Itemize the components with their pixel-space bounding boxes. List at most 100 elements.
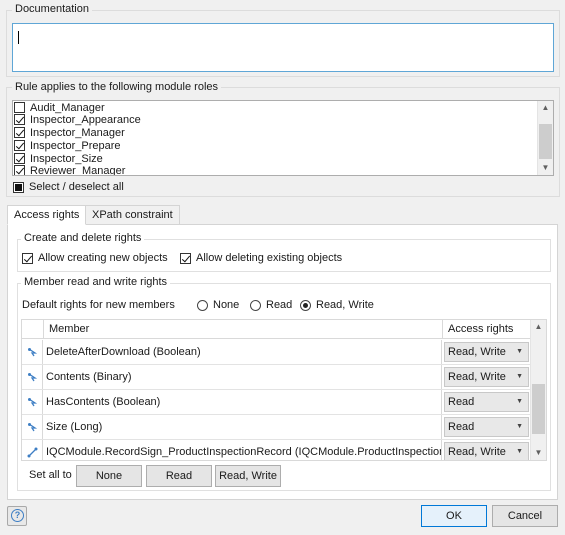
attribute-icon bbox=[22, 365, 43, 389]
role-item-reviewer-manager[interactable]: Reviewer_Manager bbox=[14, 164, 126, 176]
select-all-toggle[interactable]: Select / deselect all bbox=[13, 181, 124, 193]
cancel-button[interactable]: Cancel bbox=[492, 505, 558, 527]
role-checkbox[interactable] bbox=[14, 140, 25, 151]
set-all-read-write-button[interactable]: Read, Write bbox=[215, 465, 281, 487]
role-label: Audit_Manager bbox=[30, 101, 105, 114]
radio-none-label: None bbox=[213, 299, 240, 311]
scroll-up-arrow-icon[interactable]: ▲ bbox=[531, 320, 546, 334]
access-value: Read bbox=[448, 421, 475, 433]
access-cell: Read, Write ▼ bbox=[443, 340, 532, 364]
radio-none[interactable] bbox=[197, 299, 208, 311]
radio-read-write-label: Read, Write bbox=[316, 299, 374, 311]
create-delete-title: Create and delete rights bbox=[21, 232, 145, 244]
role-checkbox[interactable] bbox=[14, 165, 25, 175]
role-checkbox[interactable] bbox=[14, 153, 25, 164]
access-value: Read bbox=[448, 396, 475, 408]
radio-read-label: Read bbox=[266, 299, 293, 311]
scroll-up-arrow-icon[interactable]: ▲ bbox=[538, 101, 553, 115]
ok-button[interactable]: OK bbox=[421, 505, 487, 527]
access-value: Read, Write bbox=[448, 371, 506, 383]
roles-scrollbar[interactable]: ▲ ▼ bbox=[537, 101, 553, 175]
allow-delete-label: Allow deleting existing objects bbox=[196, 252, 343, 264]
documentation-textarea[interactable] bbox=[12, 23, 554, 72]
role-item-inspector-prepare[interactable]: Inspector_Prepare bbox=[14, 139, 121, 152]
member-name: HasContents (Boolean) bbox=[44, 390, 442, 414]
table-row[interactable]: HasContents (Boolean) Read ▼ bbox=[22, 390, 532, 415]
documentation-label: Documentation bbox=[12, 3, 92, 15]
access-cell: Read ▼ bbox=[443, 390, 532, 414]
grid-header-access[interactable]: Access rights bbox=[443, 320, 532, 339]
role-label: Inspector_Size bbox=[30, 152, 103, 165]
access-cell: Read ▼ bbox=[443, 415, 532, 439]
default-rights-label: Default rights for new members bbox=[22, 299, 175, 311]
scroll-thumb[interactable] bbox=[532, 384, 545, 434]
association-icon bbox=[22, 440, 43, 460]
access-dropdown[interactable]: Read, Write ▼ bbox=[444, 442, 529, 460]
grid-header-member[interactable]: Member bbox=[44, 320, 443, 339]
role-checkbox[interactable] bbox=[14, 114, 25, 125]
chevron-down-icon: ▼ bbox=[516, 398, 523, 405]
tab-access-rights-label: Access rights bbox=[14, 209, 80, 221]
tab-access-rights[interactable]: Access rights bbox=[7, 205, 87, 225]
allow-create-label: Allow creating new objects bbox=[38, 252, 168, 264]
member-rights-title: Member read and write rights bbox=[21, 276, 171, 288]
access-dropdown[interactable]: Read ▼ bbox=[444, 392, 529, 412]
attribute-icon bbox=[22, 415, 43, 439]
radio-option-read[interactable]: Read bbox=[250, 299, 292, 311]
text-caret bbox=[18, 31, 19, 44]
scroll-down-arrow-icon[interactable]: ▼ bbox=[538, 161, 553, 175]
member-name: Contents (Binary) bbox=[44, 365, 442, 389]
select-all-checkbox[interactable] bbox=[13, 181, 24, 193]
access-dropdown[interactable]: Read ▼ bbox=[444, 417, 529, 437]
table-row[interactable]: IQCModule.RecordSign_ProductInspectionRe… bbox=[22, 440, 532, 460]
member-name: DeleteAfterDownload (Boolean) bbox=[44, 340, 442, 364]
radio-read[interactable] bbox=[250, 299, 261, 311]
member-name: IQCModule.RecordSign_ProductInspectionRe… bbox=[44, 440, 442, 460]
attribute-icon bbox=[22, 390, 43, 414]
role-label: Inspector_Prepare bbox=[30, 139, 121, 152]
tab-xpath-constraint-label: XPath constraint bbox=[92, 209, 173, 221]
role-item-inspector-appearance[interactable]: Inspector_Appearance bbox=[14, 113, 141, 126]
role-item-inspector-manager[interactable]: Inspector_Manager bbox=[14, 126, 125, 139]
scroll-down-arrow-icon[interactable]: ▼ bbox=[531, 446, 546, 460]
set-all-none-button[interactable]: None bbox=[76, 465, 142, 487]
access-cell: Read, Write ▼ bbox=[443, 365, 532, 389]
table-row[interactable]: Contents (Binary) Read, Write ▼ bbox=[22, 365, 532, 390]
allow-delete-toggle[interactable]: Allow deleting existing objects bbox=[180, 252, 342, 264]
role-label: Reviewer_Manager bbox=[30, 164, 126, 176]
member-name: Size (Long) bbox=[44, 415, 442, 439]
role-label: Inspector_Manager bbox=[30, 126, 125, 139]
role-label: Inspector_Appearance bbox=[30, 113, 141, 126]
module-roles-label: Rule applies to the following module rol… bbox=[12, 81, 222, 93]
module-roles-list[interactable]: Audit_Manager Inspector_Appearance Inspe… bbox=[12, 100, 554, 176]
allow-delete-checkbox[interactable] bbox=[180, 252, 191, 264]
set-all-read-button[interactable]: Read bbox=[146, 465, 212, 487]
help-icon: ? bbox=[11, 509, 24, 522]
members-grid[interactable]: Member Access rights DeleteAfterDownload… bbox=[21, 319, 547, 461]
grid-header: Member Access rights bbox=[22, 320, 532, 339]
chevron-down-icon: ▼ bbox=[516, 423, 523, 430]
radio-option-read-write[interactable]: Read, Write bbox=[300, 299, 374, 311]
allow-create-checkbox[interactable] bbox=[22, 252, 33, 264]
access-dropdown[interactable]: Read, Write ▼ bbox=[444, 342, 529, 362]
access-cell: Read, Write ▼ bbox=[443, 440, 532, 460]
chevron-down-icon: ▼ bbox=[516, 373, 523, 380]
access-value: Read, Write bbox=[448, 446, 506, 458]
attribute-icon bbox=[22, 340, 43, 364]
table-row[interactable]: DeleteAfterDownload (Boolean) Read, Writ… bbox=[22, 340, 532, 365]
chevron-down-icon: ▼ bbox=[516, 448, 523, 455]
tab-xpath-constraint[interactable]: XPath constraint bbox=[85, 205, 180, 225]
role-checkbox[interactable] bbox=[14, 127, 25, 138]
role-checkbox[interactable] bbox=[14, 102, 25, 113]
allow-create-toggle[interactable]: Allow creating new objects bbox=[22, 252, 168, 264]
radio-option-none[interactable]: None bbox=[197, 299, 239, 311]
select-all-label: Select / deselect all bbox=[29, 181, 124, 193]
help-button[interactable]: ? bbox=[7, 506, 27, 526]
radio-read-write[interactable] bbox=[300, 299, 311, 311]
grid-header-icon-col bbox=[22, 320, 44, 339]
scroll-thumb[interactable] bbox=[539, 124, 552, 159]
set-all-label: Set all to bbox=[29, 469, 72, 481]
grid-scrollbar[interactable]: ▲ ▼ bbox=[530, 320, 546, 460]
table-row[interactable]: Size (Long) Read ▼ bbox=[22, 415, 532, 440]
access-dropdown[interactable]: Read, Write ▼ bbox=[444, 367, 529, 387]
